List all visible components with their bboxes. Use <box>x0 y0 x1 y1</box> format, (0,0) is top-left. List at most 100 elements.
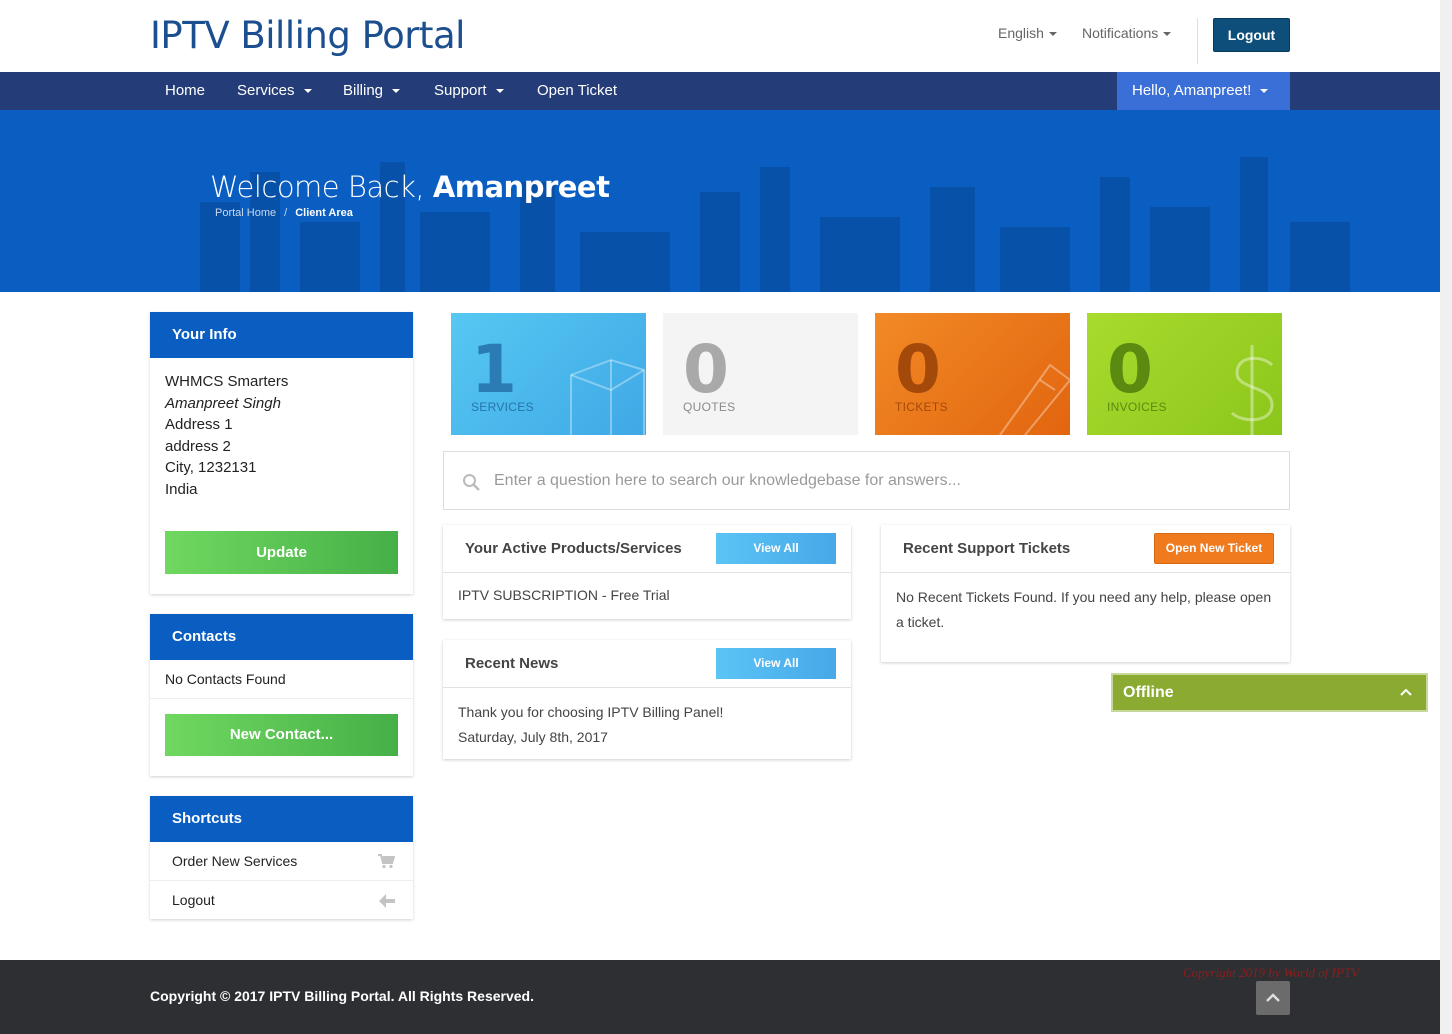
welcome-heading: Welcome Back, Amanpreet <box>210 170 610 204</box>
caret-down-icon <box>303 89 312 94</box>
nav-services-label: Services <box>237 82 295 99</box>
shortcuts-title: Shortcuts <box>150 796 413 842</box>
news-item[interactable]: Thank you for choosing IPTV Billing Pane… <box>443 688 851 762</box>
chat-offline-bar[interactable]: Offline <box>1111 673 1428 712</box>
shortcut-order-label: Order New Services <box>172 853 298 869</box>
nav-billing-label: Billing <box>343 82 384 99</box>
breadcrumb: Portal Home / Client Area <box>215 207 353 219</box>
language-dropdown[interactable]: English <box>998 25 1057 41</box>
quotes-count: 0 <box>683 331 729 408</box>
footer-copyright: Copyright © 2017 IPTV Billing Portal. Al… <box>150 988 534 1004</box>
recent-news-panel: Recent News View All Thank you for choos… <box>443 640 851 759</box>
caret-down-icon <box>1260 89 1269 94</box>
info-address2: address 2 <box>165 437 231 455</box>
chevron-up-icon <box>1266 993 1280 1002</box>
info-country: India <box>165 480 198 498</box>
nav-open-ticket[interactable]: Open Ticket <box>537 72 617 110</box>
back-to-top-button[interactable] <box>1256 981 1290 1015</box>
your-info-panel: Your Info WHMCS Smarters Amanpreet Singh… <box>150 312 413 594</box>
ticket-icon <box>999 363 1070 435</box>
recent-tickets-header: Recent Support Tickets Open New Ticket <box>881 525 1290 573</box>
info-address1: Address 1 <box>165 416 233 433</box>
product-item[interactable]: IPTV SUBSCRIPTION - Free Trial <box>443 573 851 620</box>
new-contact-button[interactable]: New Contact... <box>165 714 398 756</box>
contacts-title: Contacts <box>150 614 413 660</box>
kb-search-input[interactable] <box>494 466 1274 496</box>
search-icon <box>463 474 480 491</box>
active-products-panel: Your Active Products/Services View All I… <box>443 525 851 619</box>
caret-down-icon <box>495 89 504 94</box>
active-products-header: Your Active Products/Services View All <box>443 525 851 573</box>
page-scrollbar[interactable] <box>1440 0 1452 1034</box>
contacts-empty: No Contacts Found <box>150 660 413 699</box>
notifications-dropdown[interactable]: Notifications <box>1082 25 1172 41</box>
tickets-count: 0 <box>895 331 941 408</box>
language-label: English <box>998 25 1044 41</box>
user-menu[interactable]: Hello, Amanpreet! <box>1117 72 1290 110</box>
caret-down-icon <box>1048 32 1057 37</box>
contacts-panel: Contacts No Contacts Found New Contact..… <box>150 614 413 776</box>
caret-down-icon <box>1163 32 1172 37</box>
recent-tickets-panel: Recent Support Tickets Open New Ticket N… <box>881 525 1290 662</box>
products-view-all-button[interactable]: View All <box>716 533 836 564</box>
nav-open-ticket-label: Open Ticket <box>537 82 618 99</box>
nav-home-label: Home <box>165 82 206 99</box>
breadcrumb-portal-home[interactable]: Portal Home <box>215 207 276 219</box>
news-view-all-button[interactable]: View All <box>716 648 836 679</box>
quotes-label: QUOTES <box>683 400 736 414</box>
header-divider <box>1197 18 1198 64</box>
info-city: City, 1232131 <box>165 459 257 476</box>
quotes-tile[interactable]: 0 QUOTES <box>663 313 858 435</box>
news-headline: Thank you for choosing IPTV Billing Pane… <box>458 704 724 720</box>
shortcuts-panel: Shortcuts Order New Services Logout <box>150 796 413 919</box>
info-company: WHMCS Smarters <box>165 373 289 390</box>
nav-services[interactable]: Services <box>237 72 312 110</box>
recent-news-header: Recent News View All <box>443 640 851 688</box>
nav-support[interactable]: Support <box>434 72 504 110</box>
dollar-icon <box>1230 345 1274 435</box>
shortcut-order-new-services[interactable]: Order New Services <box>150 842 413 881</box>
nav-support-label: Support <box>434 82 487 99</box>
open-new-ticket-button[interactable]: Open New Ticket <box>1154 533 1274 564</box>
news-date: Saturday, July 8th, 2017 <box>458 729 608 745</box>
knowledgebase-search <box>443 451 1290 510</box>
invoices-label: INVOICES <box>1107 400 1167 414</box>
your-info-details: WHMCS Smarters Amanpreet Singh Address 1… <box>150 358 413 513</box>
update-button[interactable]: Update <box>165 531 398 574</box>
welcome-name: Amanpreet <box>432 170 610 204</box>
footer: Copyright © 2017 IPTV Billing Portal. Al… <box>0 960 1440 1034</box>
brand-logo[interactable]: IPTV Billing Portal <box>150 14 465 57</box>
tickets-label: TICKETS <box>895 400 948 414</box>
footer-watermark: Copyright 2019 by World of IPTV <box>1183 965 1360 980</box>
cube-icon <box>570 358 645 435</box>
your-info-title: Your Info <box>150 312 413 358</box>
shortcut-logout-label: Logout <box>172 892 215 908</box>
chat-status: Offline <box>1123 684 1174 701</box>
notifications-label: Notifications <box>1082 25 1159 41</box>
services-count: 1 <box>471 331 517 408</box>
main-navbar: Home Services Billing Support Open Ticke… <box>0 72 1440 110</box>
chevron-up-icon <box>1400 688 1412 696</box>
nav-home[interactable]: Home <box>165 72 205 110</box>
welcome-text: Welcome Back, <box>210 170 425 204</box>
services-label: SERVICES <box>471 400 534 414</box>
hero-banner: Welcome Back, Amanpreet Portal Home / Clie… <box>0 110 1440 292</box>
recent-news-title: Recent News <box>465 655 559 672</box>
tickets-empty: No Recent Tickets Found. If you need any… <box>896 589 1272 630</box>
tickets-tile[interactable]: 0 TICKETS <box>875 313 1070 435</box>
breadcrumb-client-area: Client Area <box>295 207 353 219</box>
top-header: IPTV Billing Portal English Notification… <box>0 0 1440 72</box>
recent-tickets-title: Recent Support Tickets <box>903 540 1071 557</box>
shortcut-logout[interactable]: Logout <box>150 881 413 920</box>
invoices-tile[interactable]: 0 INVOICES <box>1087 313 1282 435</box>
user-greeting: Hello, Amanpreet! <box>1132 82 1252 99</box>
invoices-count: 0 <box>1107 331 1153 408</box>
active-products-title: Your Active Products/Services <box>465 540 682 557</box>
info-name: Amanpreet Singh <box>165 394 281 412</box>
nav-billing[interactable]: Billing <box>343 72 401 110</box>
services-tile[interactable]: 1 SERVICES <box>451 313 646 435</box>
caret-down-icon <box>392 89 401 94</box>
arrow-left-icon <box>379 881 395 920</box>
logout-button[interactable]: Logout <box>1213 18 1290 52</box>
cart-icon <box>378 842 396 881</box>
